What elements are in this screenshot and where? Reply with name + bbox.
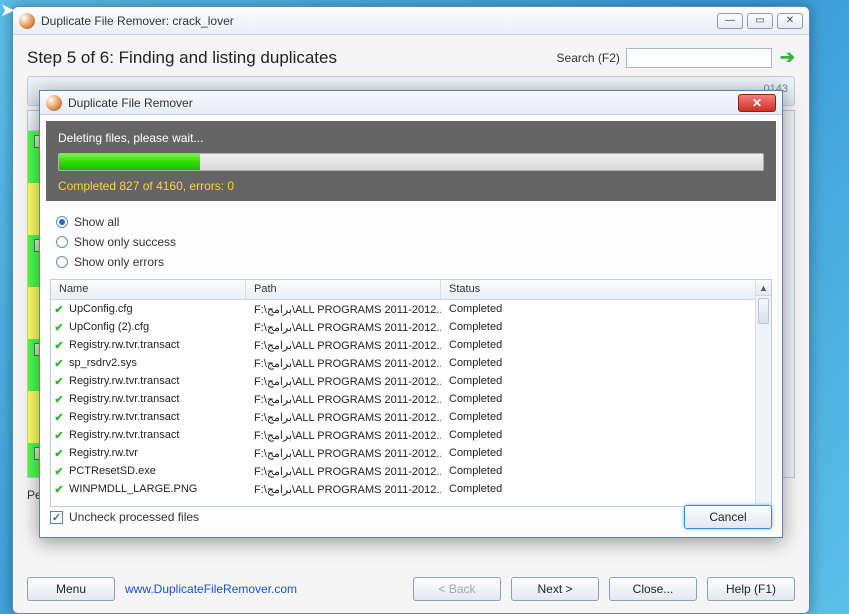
file-table: Name Path Status ✔UpConfig.cfgF:\برامج\A…	[50, 279, 772, 507]
check-icon: ✔	[51, 411, 67, 424]
cell-name: Registry.rw.tvr.transact	[67, 339, 246, 351]
main-title: Duplicate File Remover: crack_lover	[41, 14, 717, 28]
check-icon: ✔	[51, 465, 67, 478]
table-row[interactable]: ✔WINPMDLL_LARGE.PNGF:\برامج\ALL PROGRAMS…	[51, 480, 771, 498]
close-button[interactable]: Close...	[609, 577, 697, 601]
radio-icon	[56, 216, 68, 228]
cell-path: F:\برامج\ALL PROGRAMS 2011-2012...	[246, 429, 441, 442]
cell-name: PCTResetSD.exe	[67, 465, 246, 477]
filter-radio-group: Show all Show only success Show only err…	[40, 207, 782, 279]
app-icon	[19, 13, 35, 29]
back-button: < Back	[413, 577, 501, 601]
uncheck-processed-checkbox[interactable]: ✓ Uncheck processed files	[50, 510, 199, 524]
table-row[interactable]: ✔Registry.rw.tvrF:\برامج\ALL PROGRAMS 20…	[51, 444, 771, 462]
cell-path: F:\برامج\ALL PROGRAMS 2011-2012...	[246, 393, 441, 406]
search-label: Search (F2)	[557, 51, 620, 65]
cell-path: F:\برامج\ALL PROGRAMS 2011-2012...	[246, 321, 441, 334]
cell-status: Completed	[441, 339, 771, 351]
table-row[interactable]: ✔Registry.rw.tvr.transactF:\برامج\ALL PR…	[51, 408, 771, 426]
website-link[interactable]: www.DuplicateFileRemover.com	[125, 582, 297, 596]
column-header-name[interactable]: Name	[51, 280, 246, 299]
cell-name: WINPMDLL_LARGE.PNG	[67, 483, 246, 495]
dialog-title: Duplicate File Remover	[68, 96, 738, 110]
next-button[interactable]: Next >	[511, 577, 599, 601]
cell-status: Completed	[441, 357, 771, 369]
radio-show-errors[interactable]: Show only errors	[56, 255, 766, 269]
cell-name: Registry.rw.tvr.transact	[67, 429, 246, 441]
check-icon: ✔	[51, 357, 67, 370]
radio-icon	[56, 256, 68, 268]
table-row[interactable]: ✔sp_rsdrv2.sysF:\برامج\ALL PROGRAMS 2011…	[51, 354, 771, 372]
help-button[interactable]: Help (F1)	[707, 577, 795, 601]
scroll-thumb[interactable]	[758, 298, 769, 324]
radio-show-success[interactable]: Show only success	[56, 235, 766, 249]
scroll-up-icon[interactable]: ▲	[756, 280, 771, 296]
cell-status: Completed	[441, 375, 771, 387]
close-window-button[interactable]: ✕	[777, 13, 803, 29]
maximize-button[interactable]: ▭	[747, 13, 773, 29]
table-row[interactable]: ✔Registry.rw.tvr.transactF:\برامج\ALL PR…	[51, 336, 771, 354]
progress-bar-fill	[59, 154, 200, 170]
cell-path: F:\برامج\ALL PROGRAMS 2011-2012...	[246, 375, 441, 388]
check-icon: ✔	[51, 303, 67, 316]
progress-status: Completed 827 of 4160, errors: 0	[58, 179, 764, 193]
cell-path: F:\برامج\ALL PROGRAMS 2011-2012...	[246, 339, 441, 352]
cell-status: Completed	[441, 321, 771, 333]
column-header-path[interactable]: Path	[246, 280, 441, 299]
check-icon: ✔	[51, 483, 67, 496]
table-scrollbar[interactable]: ▲	[755, 280, 771, 506]
check-icon: ✔	[51, 321, 67, 334]
cell-path: F:\برامج\ALL PROGRAMS 2011-2012...	[246, 303, 441, 316]
cell-name: Registry.rw.tvr.transact	[67, 411, 246, 423]
cell-name: Registry.rw.tvr.transact	[67, 375, 246, 387]
checkbox-icon: ✓	[50, 511, 63, 524]
cell-name: Registry.rw.tvr.transact	[67, 393, 246, 405]
cell-status: Completed	[441, 447, 771, 459]
table-row[interactable]: ✔PCTResetSD.exeF:\برامج\ALL PROGRAMS 201…	[51, 462, 771, 480]
cell-name: UpConfig (2).cfg	[67, 321, 246, 333]
dialog-titlebar[interactable]: Duplicate File Remover ✕	[40, 91, 782, 115]
progress-text: Deleting files, please wait...	[58, 131, 764, 145]
cell-status: Completed	[441, 429, 771, 441]
radio-show-all[interactable]: Show all	[56, 215, 766, 229]
minimize-button[interactable]: —	[717, 13, 743, 29]
cell-status: Completed	[441, 303, 771, 315]
step-title: Step 5 of 6: Finding and listing duplica…	[27, 48, 557, 68]
search-go-icon[interactable]: ➔	[780, 47, 795, 68]
menu-button[interactable]: Menu	[27, 577, 115, 601]
dialog-close-button[interactable]: ✕	[738, 94, 776, 112]
table-row[interactable]: ✔Registry.rw.tvr.transactF:\برامج\ALL PR…	[51, 426, 771, 444]
cell-name: UpConfig.cfg	[67, 303, 246, 315]
cell-path: F:\برامج\ALL PROGRAMS 2011-2012...	[246, 411, 441, 424]
search-input[interactable]	[626, 48, 772, 68]
column-header-status[interactable]: Status	[441, 280, 771, 299]
table-row[interactable]: ✔UpConfig.cfgF:\برامج\ALL PROGRAMS 2011-…	[51, 300, 771, 318]
progress-bar	[58, 153, 764, 171]
cell-status: Completed	[441, 411, 771, 423]
cell-path: F:\برامج\ALL PROGRAMS 2011-2012...	[246, 447, 441, 460]
table-row[interactable]: ✔Registry.rw.tvr.transactF:\برامج\ALL PR…	[51, 390, 771, 408]
cell-status: Completed	[441, 483, 771, 495]
cell-status: Completed	[441, 465, 771, 477]
check-icon: ✔	[51, 429, 67, 442]
check-icon: ✔	[51, 393, 67, 406]
cell-status: Completed	[441, 393, 771, 405]
cancel-button[interactable]: Cancel	[684, 505, 772, 529]
main-titlebar[interactable]: Duplicate File Remover: crack_lover — ▭ …	[13, 7, 809, 35]
cell-path: F:\برامج\ALL PROGRAMS 2011-2012...	[246, 357, 441, 370]
check-icon: ✔	[51, 339, 67, 352]
table-row[interactable]: ✔UpConfig (2).cfgF:\برامج\ALL PROGRAMS 2…	[51, 318, 771, 336]
app-icon	[46, 95, 62, 111]
progress-dialog: Duplicate File Remover ✕ Deleting files,…	[39, 90, 783, 538]
cell-path: F:\برامج\ALL PROGRAMS 2011-2012...	[246, 465, 441, 478]
check-icon: ✔	[51, 447, 67, 460]
table-row[interactable]: ✔Registry.rw.tvr.transactF:\برامج\ALL PR…	[51, 372, 771, 390]
radio-icon	[56, 236, 68, 248]
cell-path: F:\برامج\ALL PROGRAMS 2011-2012...	[246, 483, 441, 496]
cell-name: sp_rsdrv2.sys	[67, 357, 246, 369]
progress-panel: Deleting files, please wait... Completed…	[46, 121, 776, 201]
cell-name: Registry.rw.tvr	[67, 447, 246, 459]
check-icon: ✔	[51, 375, 67, 388]
